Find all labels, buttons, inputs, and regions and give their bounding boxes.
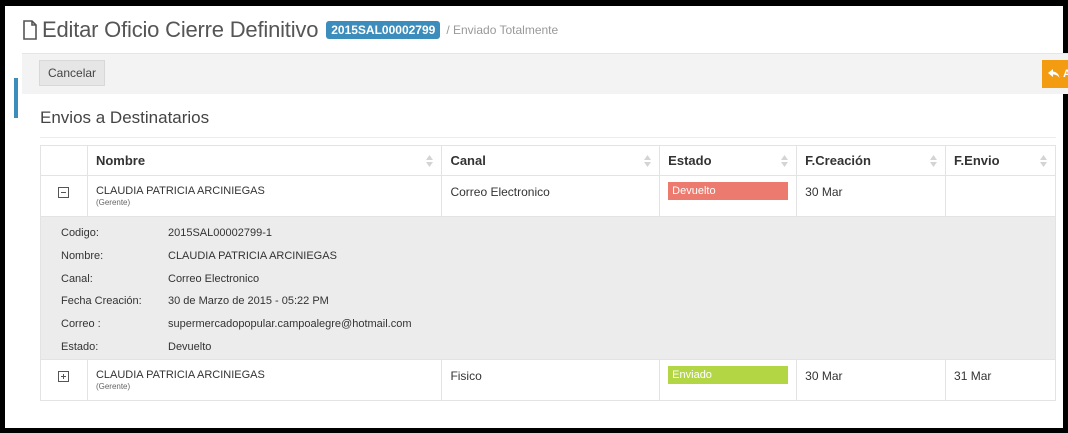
column-header-nombre[interactable]: Nombre <box>86 145 443 176</box>
left-accent-bar <box>14 78 18 118</box>
section-divider <box>40 137 1056 138</box>
table-header-row: Nombre Canal Estado F.Creación F.Envio <box>40 145 1056 176</box>
detail-line: Nombre: CLAUDIA PATRICIA ARCINIEGAS <box>61 250 1047 273</box>
minus-box-icon[interactable] <box>58 187 70 198</box>
column-header-estado[interactable]: Estado <box>659 145 798 176</box>
estado-cell: Devuelto <box>659 175 798 217</box>
canal-cell: Fisico <box>441 359 661 401</box>
detail-value: CLAUDIA PATRICIA ARCINIEGAS <box>168 249 337 262</box>
action-toolbar: Cancelar Ac <box>22 53 1068 94</box>
detail-value: 30 de Marzo de 2015 - 05:22 PM <box>168 295 329 308</box>
recipients-table: Nombre Canal Estado F.Creación F.Envio C… <box>40 145 1056 401</box>
screen-border-left <box>0 0 5 433</box>
detail-line: Canal: Correo Electronico <box>61 273 1047 296</box>
sort-icon <box>426 155 434 167</box>
fcreacion-cell: 30 Mar <box>796 359 947 401</box>
detail-label: Correo : <box>61 318 101 331</box>
detail-label: Canal: <box>61 272 93 285</box>
document-icon <box>23 20 37 40</box>
column-header-label: Nombre <box>95 153 146 168</box>
canal-value: Correo Electronico <box>450 185 550 199</box>
detail-label: Codigo: <box>61 227 99 239</box>
recipient-name: CLAUDIA PATRICIA ARCINIEGAS <box>95 369 265 381</box>
detail-panel: Codigo: 2015SAL00002799-1 Nombre: CLAUDIA … <box>49 217 1047 359</box>
table-row: CLAUDIA PATRICIA ARCINIEGAS (Gerente) Co… <box>40 175 1056 217</box>
column-header-label: F.Creación <box>805 153 871 168</box>
detail-line: Codigo: 2015SAL00002799-1 <box>61 227 1047 250</box>
fcreacion-value: 30 Mar <box>805 185 843 199</box>
reply-icon <box>1048 69 1060 78</box>
detail-value: supermercadopopular.campoalegre@hotmail.… <box>168 318 412 331</box>
cancel-button[interactable]: Cancelar <box>39 60 106 86</box>
detail-row: Codigo: 2015SAL00002799-1 Nombre: CLAUDIA … <box>40 216 1056 360</box>
fenvio-cell <box>945 175 1056 217</box>
canal-cell: Correo Electronico <box>441 175 661 217</box>
detail-label: Fecha Creación: <box>61 295 142 308</box>
screen-border-top <box>0 0 1068 6</box>
detail-line: Fecha Creación: 30 de Marzo de 2015 - 05:… <box>61 295 1047 318</box>
detail-value: Correo Electronico <box>168 272 260 285</box>
section-title: Envios a Destinatarios <box>40 108 210 127</box>
page-header: Editar Oficio Cierre Definitivo 2015SAL0… <box>22 10 558 50</box>
expand-toggle[interactable] <box>40 359 88 401</box>
canal-value: Fisico <box>450 369 482 383</box>
detail-value: Devuelto <box>168 340 212 353</box>
record-code-badge: 2015SAL00002799 <box>326 21 441 39</box>
collapse-toggle[interactable] <box>40 175 88 217</box>
detail-cell: Codigo: 2015SAL00002799-1 Nombre: CLAUDIA … <box>40 216 1056 360</box>
page-title: Editar Oficio Cierre Definitivo <box>42 17 319 42</box>
fenvio-value: 31 Mar <box>954 369 992 383</box>
recipient-name: CLAUDIA PATRICIA ARCINIEGAS <box>95 185 265 197</box>
detail-label: Estado: <box>61 340 99 353</box>
action-button-label: Ac <box>1063 68 1068 80</box>
sort-icon <box>644 155 652 167</box>
fcreacion-cell: 30 Mar <box>796 175 947 217</box>
status-badge: Enviado <box>668 366 789 384</box>
status-badge: Devuelto <box>668 182 789 200</box>
plus-box-icon[interactable] <box>58 371 70 382</box>
record-status: / Enviado Totalmente <box>446 23 559 37</box>
toggle-column-header <box>40 145 88 176</box>
estado-cell: Enviado <box>659 359 798 401</box>
detail-line: Correo : supermercadopopular.campoalegre@… <box>61 318 1047 341</box>
fenvio-cell: 31 Mar <box>945 359 1056 401</box>
column-header-fenvio[interactable]: F.Envio <box>945 145 1056 176</box>
detail-value: 2015SAL00002799-1 <box>168 227 272 239</box>
detail-label: Nombre: <box>61 249 104 262</box>
fcreacion-value: 30 Mar <box>805 369 843 383</box>
column-header-fcreacion[interactable]: F.Creación <box>796 145 947 176</box>
column-header-label: Canal <box>450 153 486 168</box>
table-row: CLAUDIA PATRICIA ARCINIEGAS (Gerente) Fi… <box>40 359 1056 401</box>
screen-border-bottom <box>0 428 1068 433</box>
column-header-label: F.Envio <box>954 153 1000 168</box>
column-header-canal[interactable]: Canal <box>441 145 661 176</box>
sort-icon <box>930 155 938 167</box>
recipient-role: (Gerente) <box>95 382 131 391</box>
recipient-cell: CLAUDIA PATRICIA ARCINIEGAS (Gerente) <box>86 359 443 401</box>
recipient-cell: CLAUDIA PATRICIA ARCINIEGAS (Gerente) <box>86 175 443 217</box>
action-button[interactable]: Ac <box>1042 60 1068 88</box>
sort-icon <box>781 155 789 167</box>
column-header-label: Estado <box>668 153 712 168</box>
recipient-role: (Gerente) <box>95 198 131 207</box>
sort-icon <box>1040 155 1047 167</box>
